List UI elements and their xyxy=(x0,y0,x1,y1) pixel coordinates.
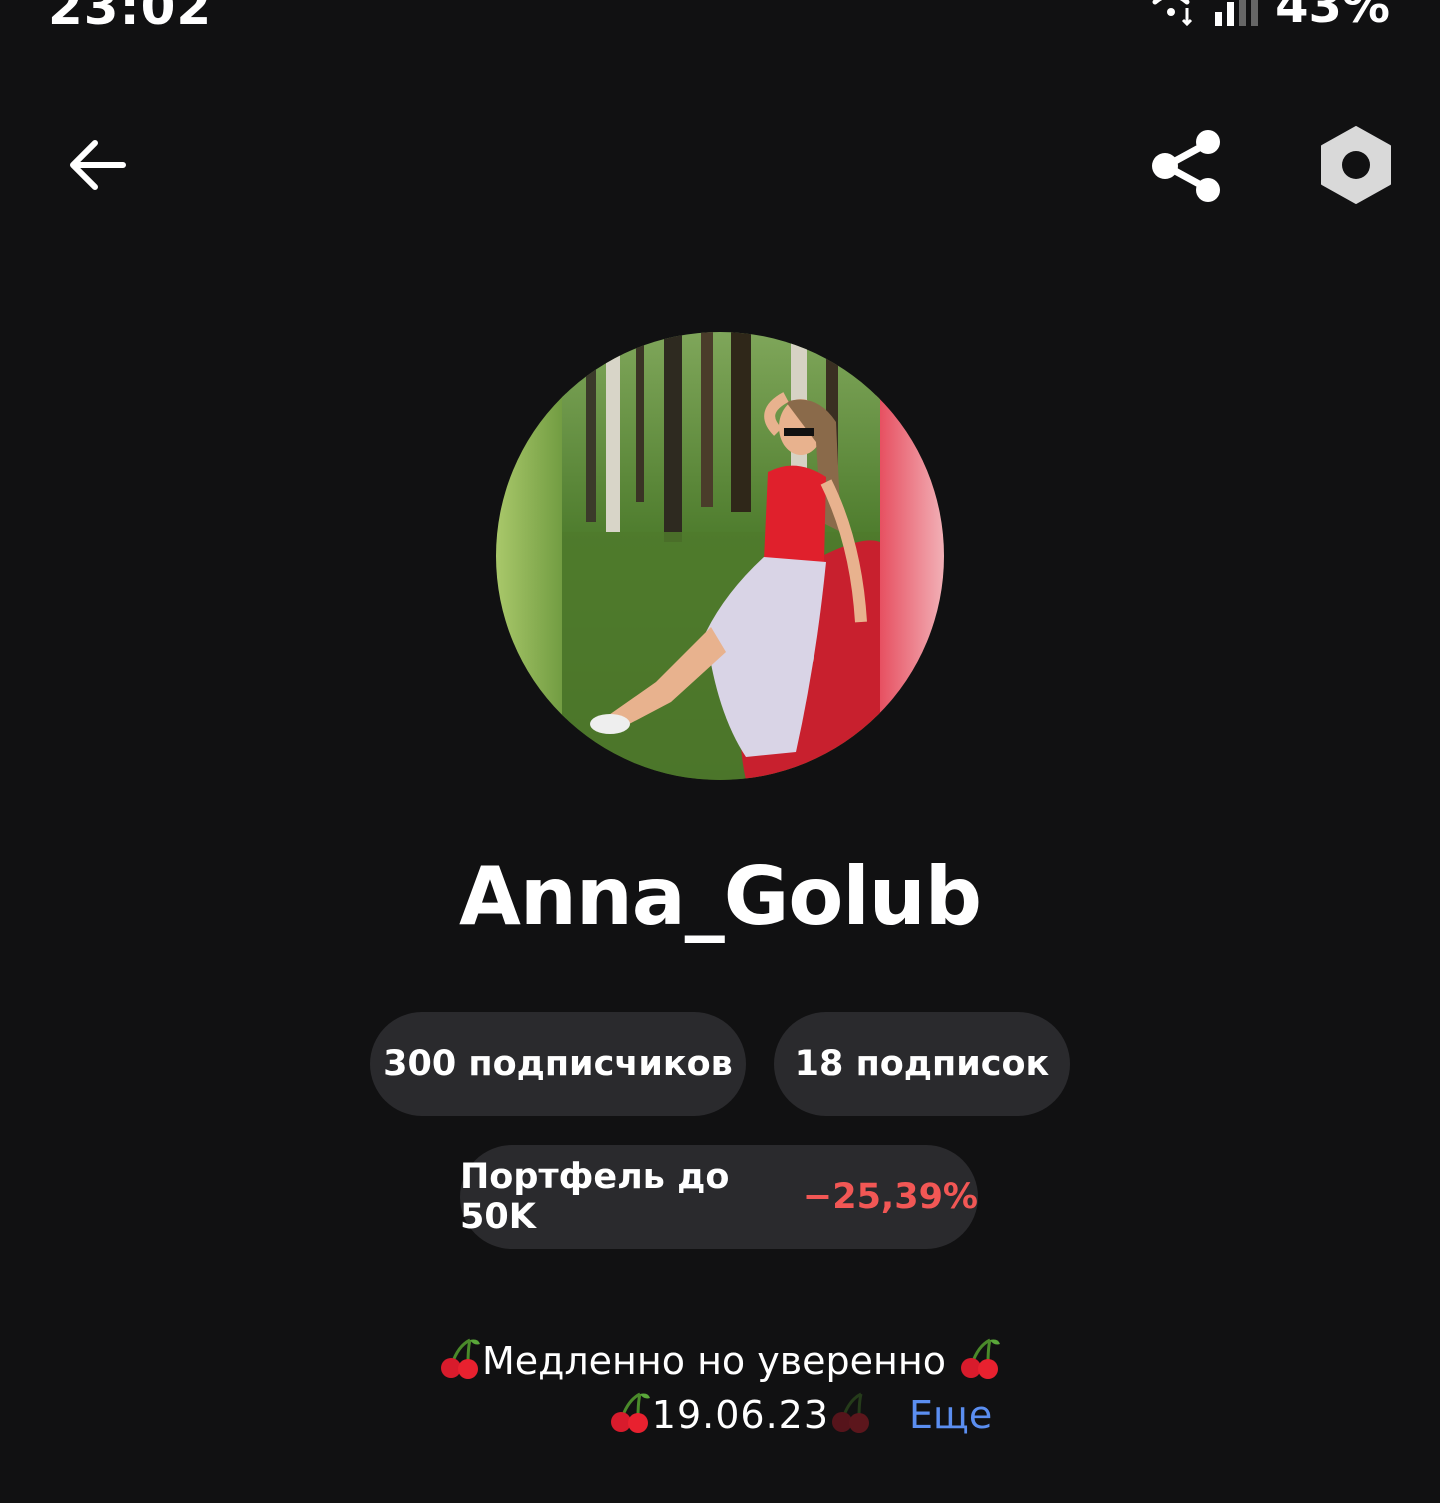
portfolio-change: −25,39% xyxy=(802,1177,978,1217)
settings-button[interactable] xyxy=(1318,124,1394,206)
cherry-icon xyxy=(829,1390,873,1444)
share-button[interactable] xyxy=(1146,126,1226,206)
status-icons: 43% xyxy=(1143,0,1390,34)
avatar[interactable] xyxy=(496,332,944,780)
following-button[interactable]: 18 подписок xyxy=(774,1012,1070,1116)
cherry-icon xyxy=(958,1336,1002,1390)
bio: Медленно но уверенно 19.06.23 Еще xyxy=(0,1336,1440,1444)
back-button[interactable] xyxy=(60,128,134,202)
battery-percent: 43% xyxy=(1275,0,1390,34)
cherry-icon xyxy=(608,1390,652,1444)
signal-icon xyxy=(1215,0,1259,26)
arrow-left-icon xyxy=(70,140,126,190)
followers-button[interactable]: 300 подписчиков xyxy=(370,1012,746,1116)
settings-hex-icon xyxy=(1321,126,1391,204)
status-time: 23:02 xyxy=(48,0,213,36)
portfolio-button[interactable]: Портфель до 50K −25,39% xyxy=(460,1145,978,1249)
wifi-icon xyxy=(1152,0,1193,26)
share-icon xyxy=(1152,130,1220,202)
bio-more-link[interactable]: Еще xyxy=(909,1393,992,1437)
bio-text: Медленно но уверенно xyxy=(481,1339,946,1383)
bio-date: 19.06.23 xyxy=(651,1393,830,1437)
following-label: 18 подписок xyxy=(794,1044,1050,1084)
bio-line-2: 19.06.23 Еще xyxy=(0,1390,1440,1444)
username: Anna_Golub xyxy=(458,850,982,943)
followers-label: 300 подписчиков xyxy=(383,1044,733,1084)
cherry-icon xyxy=(438,1336,482,1390)
portfolio-label: Портфель до 50K xyxy=(460,1157,730,1237)
